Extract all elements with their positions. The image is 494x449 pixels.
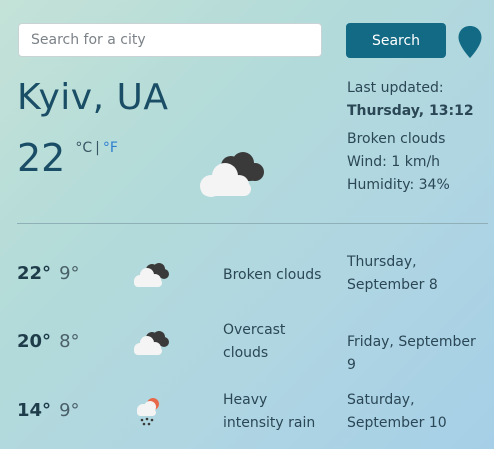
forecast-temps: 22° 9° — [17, 263, 80, 284]
last-updated-value: Thursday, 13:12 — [347, 103, 474, 119]
unit-toggle: °C | °F — [75, 140, 118, 156]
heavy-rain-icon — [130, 395, 170, 426]
last-updated-label: Last updated: — [347, 80, 444, 96]
current-condition: Broken clouds — [347, 131, 446, 147]
forecast-condition: Overcast clouds — [223, 319, 333, 365]
forecast-max-temp: 14° — [17, 400, 52, 421]
overcast-clouds-icon — [130, 329, 170, 357]
current-details: Last updated: Thursday, 13:12 Broken clo… — [347, 77, 474, 197]
current-humidity: Humidity: 34% — [347, 177, 450, 193]
forecast-condition-line: Broken clouds — [223, 267, 322, 283]
current-temperature: 22 — [17, 136, 66, 180]
forecast-max-temp: 22° — [17, 263, 52, 284]
forecast-condition: Broken clouds — [223, 264, 333, 287]
forecast-date: Saturday, September 10 — [347, 389, 487, 435]
forecast-date-line: Friday, September 9 — [347, 334, 476, 373]
fahrenheit-link[interactable]: °F — [103, 140, 118, 156]
forecast-row: 20° 8° Overcast clouds Friday, September … — [0, 319, 494, 373]
location-pin-icon[interactable] — [457, 25, 483, 59]
celsius-unit: °C — [75, 140, 93, 156]
current-wind: Wind: 1 km/h — [347, 154, 441, 170]
forecast-date-line: September 8 — [347, 277, 438, 293]
search-button[interactable]: Search — [346, 23, 446, 58]
forecast-condition-line: clouds — [223, 345, 269, 361]
forecast-temps: 14° 9° — [17, 400, 80, 421]
unit-separator: | — [95, 140, 100, 156]
broken-clouds-icon — [195, 150, 267, 198]
forecast-condition-line: Heavy — [223, 392, 268, 408]
broken-clouds-icon — [130, 261, 170, 289]
forecast-condition: Heavy intensity rain — [223, 389, 333, 435]
search-input[interactable] — [18, 23, 322, 57]
forecast-row: 14° 9° Heavy intensity rain Saturday, Sep… — [0, 388, 494, 438]
forecast-condition-line: intensity rain — [223, 415, 316, 431]
forecast-date-line: Thursday, — [347, 254, 417, 270]
current-temperature-block: 22 °C | °F — [17, 136, 118, 180]
forecast-date: Friday, September 9 — [347, 331, 487, 377]
forecast-max-temp: 20° — [17, 331, 52, 352]
forecast-row: 22° 9° Broken clouds Thursday, September … — [0, 250, 494, 300]
forecast-min-temp: 8° — [59, 331, 80, 352]
forecast-temps: 20° 8° — [17, 331, 80, 352]
forecast-condition-line: Overcast — [223, 322, 286, 338]
divider — [17, 223, 488, 224]
city-name: Kyiv, UA — [17, 77, 169, 118]
forecast-date-line: September 10 — [347, 415, 447, 431]
forecast-min-temp: 9° — [59, 263, 80, 284]
forecast-date: Thursday, September 8 — [347, 251, 487, 297]
forecast-date-line: Saturday, — [347, 392, 415, 408]
forecast-min-temp: 9° — [59, 400, 80, 421]
